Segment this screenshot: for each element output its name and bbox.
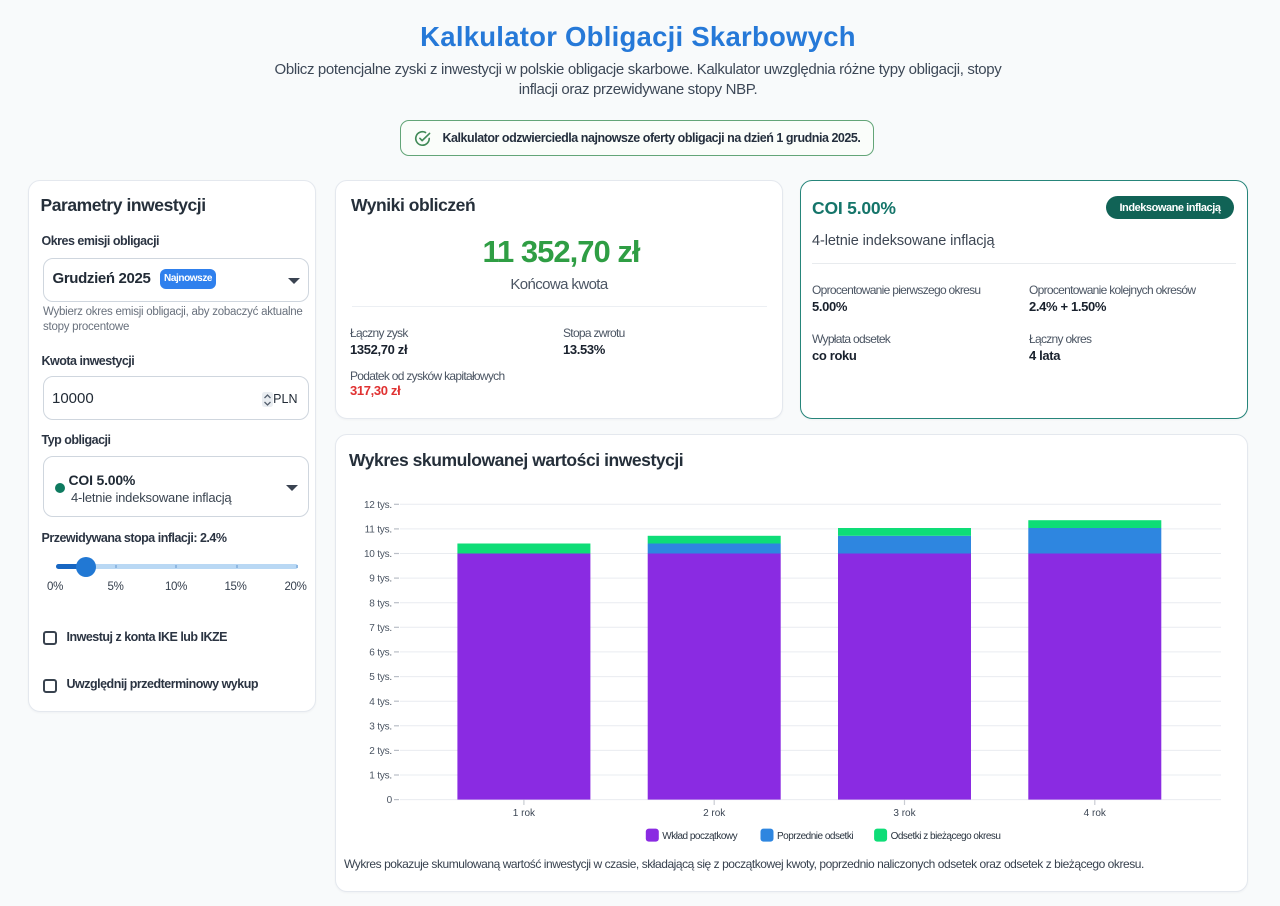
svg-text:0: 0 — [387, 795, 393, 806]
svg-text:12 tys.: 12 tys. — [364, 500, 392, 511]
svg-text:Wkład początkowy: Wkład początkowy — [662, 831, 737, 842]
svg-text:2 tys.: 2 tys. — [369, 746, 392, 757]
svg-text:3 tys.: 3 tys. — [369, 721, 392, 732]
svg-text:4 tys.: 4 tys. — [369, 697, 392, 708]
svg-text:5 tys.: 5 tys. — [369, 672, 392, 683]
svg-text:Poprzednie odsetki: Poprzednie odsetki — [777, 831, 853, 842]
svg-text:7 tys.: 7 tys. — [369, 623, 392, 634]
svg-text:9 tys.: 9 tys. — [369, 574, 392, 585]
svg-text:1 rok: 1 rok — [513, 808, 536, 819]
svg-text:2 rok: 2 rok — [703, 808, 726, 819]
svg-text:1 tys.: 1 tys. — [369, 771, 392, 782]
svg-text:3 rok: 3 rok — [893, 808, 916, 819]
svg-text:11 tys.: 11 tys. — [365, 525, 392, 536]
svg-text:Odsetki z bieżącego okresu: Odsetki z bieżącego okresu — [891, 831, 1001, 842]
svg-text:10 tys.: 10 tys. — [364, 549, 392, 560]
svg-text:6 tys.: 6 tys. — [369, 648, 392, 659]
svg-text:4 rok: 4 rok — [1084, 808, 1107, 819]
svg-text:8 tys.: 8 tys. — [369, 598, 392, 609]
